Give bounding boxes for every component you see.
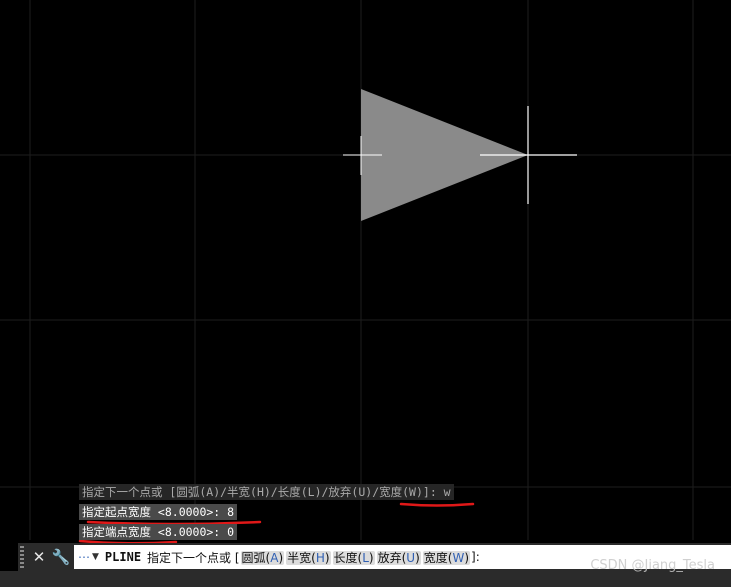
command-history-line-1: 指定下一个点或 [圆弧(A)/半宽(H)/长度(L)/放弃(U)/宽度(W)]:… <box>79 484 454 500</box>
option-u[interactable]: 放弃(U) <box>376 550 421 565</box>
command-history-line-3: 指定端点宽度 <8.0000>: 0 <box>79 524 238 540</box>
option-l[interactable]: 长度(L) <box>332 550 375 565</box>
wrench-icon[interactable]: 🔧 <box>52 546 71 568</box>
option-w[interactable]: 宽度(W) <box>422 550 471 565</box>
underline-width-option <box>399 502 475 507</box>
recent-commands-button[interactable]: ⋯ ▼ <box>78 550 99 564</box>
watermark: CSDN @Jiang_Tesla <box>590 558 715 573</box>
grid-lines <box>0 0 731 540</box>
option-h[interactable]: 半宽(H) <box>286 550 331 565</box>
option-key: H <box>315 550 325 565</box>
option-key: W <box>452 550 465 565</box>
recent-commands-icon: ⋯ <box>78 550 90 564</box>
command-history-line-2: 指定起点宽度 <8.0000>: 8 <box>79 504 238 520</box>
close-icon[interactable]: ✕ <box>30 546 48 568</box>
crosshair-cursor <box>480 106 577 204</box>
chevron-down-icon: ▼ <box>92 552 99 562</box>
command-name: PLINE <box>104 550 142 564</box>
command-options: 圆弧(A) 半宽(H) 长度(L) 放弃(U) 宽度(W) <box>240 549 471 566</box>
command-suffix: ]: <box>471 550 480 564</box>
option-key: L <box>362 550 369 565</box>
option-key: U <box>406 550 416 565</box>
option-a[interactable]: 圆弧(A) <box>240 550 285 565</box>
command-prompt: 指定下一个点或 [ <box>147 550 240 565</box>
status-strip <box>0 571 731 587</box>
option-key: A <box>270 550 279 565</box>
drag-handle[interactable] <box>20 546 24 568</box>
